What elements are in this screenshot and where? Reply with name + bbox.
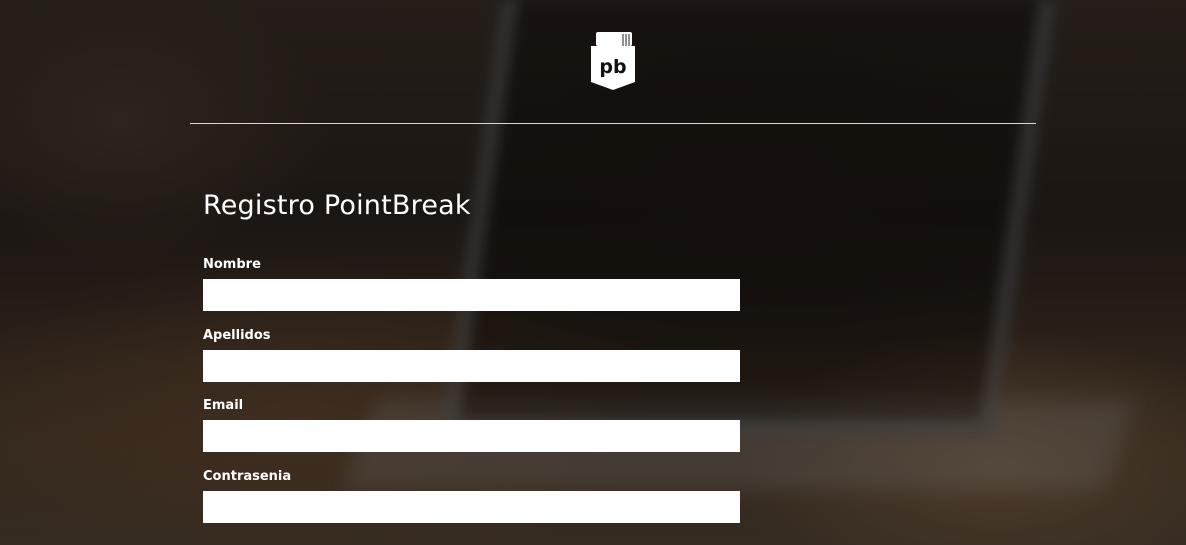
email-input[interactable] (203, 420, 740, 452)
contrasenia-input[interactable] (203, 491, 740, 523)
header-divider (190, 123, 1036, 124)
pointbreak-logo-icon[interactable]: pb (590, 32, 636, 90)
logo-text: pb (599, 56, 626, 78)
nombre-label: Nombre (203, 257, 261, 272)
email-label: Email (203, 398, 244, 413)
contrasenia-label: Contrasenia (203, 469, 292, 484)
nombre-input[interactable] (203, 279, 740, 311)
apellidos-input[interactable] (203, 350, 740, 382)
page-title: Registro PointBreak (203, 190, 471, 221)
apellidos-label: Apellidos (203, 328, 271, 343)
